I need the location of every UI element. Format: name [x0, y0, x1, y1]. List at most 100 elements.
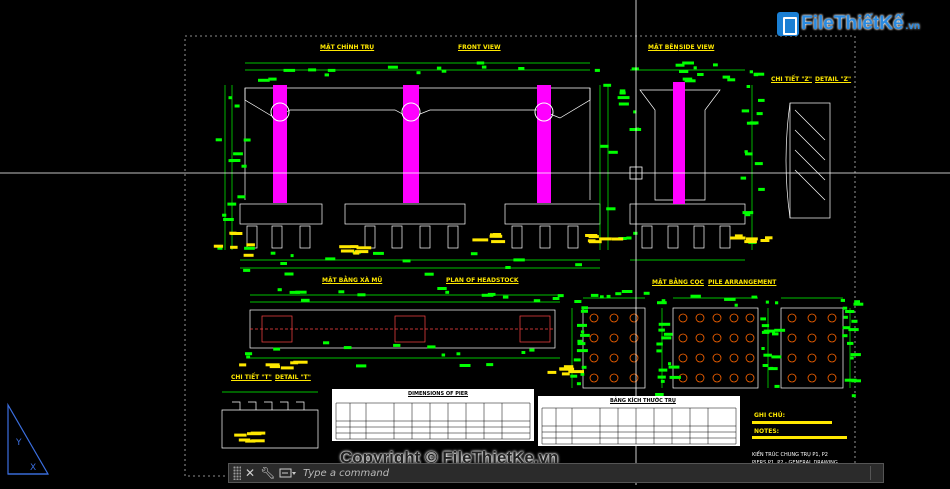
file-logo-icon: [777, 12, 800, 36]
label-notes: NOTES:: [754, 428, 780, 435]
annotation-tag: [490, 233, 498, 237]
dimension-tick: [663, 332, 673, 336]
dimension-tick: [619, 91, 626, 95]
command-prompt-icon[interactable]: [277, 464, 299, 482]
pile-arrangement: [582, 307, 844, 389]
dimension-tick: [223, 218, 234, 221]
dimension-tick: [679, 70, 689, 73]
dimension-tick: [222, 213, 227, 217]
dimension-tick: [753, 73, 759, 77]
label-pile-arrangement: PILE ARRANGEMENT: [708, 279, 777, 286]
dimension-tick: [850, 353, 861, 357]
dimension-tick: [756, 112, 763, 116]
dimension-tick: [436, 66, 442, 70]
dimension-tick: [770, 366, 774, 370]
dimension-tick: [387, 65, 398, 69]
command-line-bar: ✕ 🔧︎: [228, 463, 884, 483]
command-input[interactable]: [299, 465, 870, 481]
dimension-tick: [481, 65, 487, 69]
dimension-tick: [631, 67, 639, 71]
dimension-tick: [658, 328, 665, 332]
dimension-tick: [513, 258, 525, 262]
dimension-tick: [323, 341, 330, 345]
dimension-tick: [851, 319, 858, 323]
logo-tld-text: .vn: [905, 21, 920, 32]
label-chi-tiet-z: CHI TIẾT "Z": [771, 76, 812, 83]
label-mat-chinh-tru: MẶT CHÍNH TRỤ: [320, 44, 375, 51]
close-icon[interactable]: ✕: [241, 464, 259, 482]
dimension-tick: [758, 187, 765, 191]
dimension-tick: [487, 292, 496, 296]
dimension-tick: [658, 322, 671, 326]
dimension-tick: [416, 71, 421, 75]
detail-t: [221, 391, 319, 449]
dimension-tick: [734, 303, 738, 307]
dimension-tick: [258, 78, 270, 82]
drawing-viewport[interactable]: Y X MẶT CHÍNH TRỤ FRONT VIEW MẶT BÊN SID…: [0, 0, 950, 485]
dimension-tick: [245, 352, 253, 356]
annotation-tag: [730, 236, 746, 240]
dimension-tick: [533, 299, 541, 303]
annotation-tag: [239, 363, 247, 367]
dimension-tick: [847, 341, 854, 345]
dimension-tick: [356, 364, 367, 368]
drag-handle-icon[interactable]: [233, 466, 241, 480]
table2-title: BẢNG KÍCH THƯỚC TRỤ: [610, 398, 676, 404]
dimension-tick: [470, 252, 478, 256]
dimension-tick: [643, 291, 650, 295]
dimension-tick: [270, 251, 276, 255]
command-history-dropdown[interactable]: [870, 466, 883, 480]
dimension-tick: [577, 323, 587, 327]
dimension-tick: [633, 231, 638, 235]
dimension-tick: [746, 85, 751, 88]
dimension-tick: [682, 77, 693, 81]
dimension-tick: [273, 347, 281, 351]
dimension-tick: [843, 315, 848, 319]
annotation-tag: [229, 231, 237, 235]
ucs-icon: Y X: [7, 402, 50, 475]
dimension-tick: [754, 162, 763, 166]
annotation-tag: [353, 251, 360, 255]
dimension-tick: [246, 355, 251, 359]
dimension-tick: [557, 294, 564, 298]
dimension-tick: [675, 63, 685, 67]
dimension-tick: [441, 69, 447, 73]
label-detail-z: DETAIL "Z": [815, 76, 852, 83]
dimension-tick: [765, 300, 769, 304]
side-view: [629, 69, 753, 261]
wrench-icon[interactable]: 🔧︎: [259, 464, 277, 482]
annotation-tag: [612, 237, 624, 241]
dimension-tick: [505, 266, 511, 269]
dimension-tick: [603, 83, 612, 87]
dimension-tick: [590, 293, 599, 297]
dimension-tick: [660, 379, 665, 383]
dimension-tick: [437, 287, 447, 290]
dimension-tick: [606, 207, 616, 211]
label-front-view: FRONT VIEW: [458, 44, 501, 51]
annotation-tag: [247, 432, 262, 436]
dimension-tick: [845, 310, 855, 313]
dimension-tick: [669, 375, 681, 379]
dimension-tick: [740, 176, 747, 180]
dimension-tick: [243, 268, 251, 272]
annotation-tag: [238, 438, 251, 442]
annotation-tag: [589, 240, 602, 244]
annotation-tag: [290, 361, 299, 365]
dimension-tick: [228, 159, 234, 163]
dimension-tick: [402, 259, 411, 263]
dimension-tick: [763, 329, 775, 333]
dimension-tick: [668, 365, 680, 369]
dimensions-of-pier-table: DIMENSIONS OF PIER: [332, 389, 534, 441]
dimension-tick: [661, 336, 672, 340]
dimension-tick: [574, 300, 582, 303]
dimension-tick: [600, 144, 609, 148]
dimension-tick: [576, 349, 588, 353]
label-detail-t: DETAIL "T": [275, 374, 311, 381]
dimension-tick: [618, 102, 629, 106]
annotation-tag: [234, 433, 247, 437]
dimension-tick: [621, 290, 633, 293]
dimension-tick: [502, 295, 509, 299]
dimension-tick: [581, 365, 587, 369]
dimension-tick: [580, 372, 585, 376]
dimension-tick: [851, 394, 856, 398]
